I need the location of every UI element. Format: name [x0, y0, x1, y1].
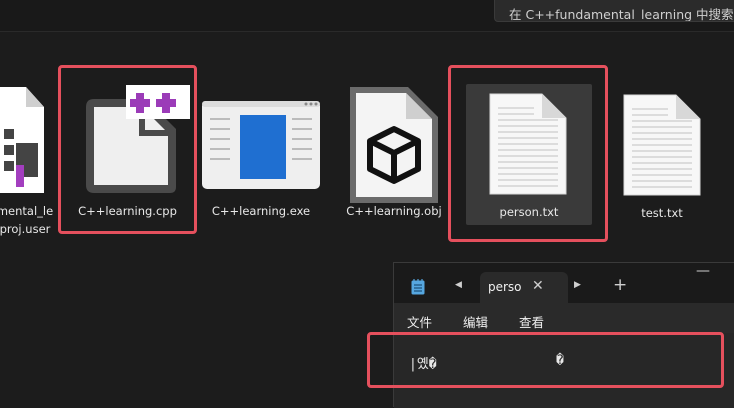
- search-input[interactable]: 在 C++fundamental_learning 中搜索: [494, 0, 734, 22]
- file-item-vcxproj-user[interactable]: mental_le proj.user: [0, 85, 60, 245]
- notepad-text-area[interactable]: |옜� �: [394, 333, 734, 408]
- menu-view[interactable]: 查看: [519, 312, 544, 331]
- notepad-app-icon: [411, 279, 425, 295]
- scroll-tabs-right-icon[interactable]: ▶: [574, 280, 581, 290]
- file-item-person-txt[interactable]: person.txt: [466, 84, 592, 225]
- explorer-top-bar: 在 C++fundamental_learning 中搜索: [0, 0, 734, 32]
- file-item-exe[interactable]: C++learning.exe: [196, 85, 326, 245]
- vcxproj-user-file-icon: [0, 87, 44, 193]
- cpp-file-icon: [86, 85, 190, 193]
- exe-window-icon: [202, 101, 320, 189]
- file-item-obj[interactable]: C++learning.obj: [330, 85, 458, 245]
- close-tab-icon[interactable]: ✕: [532, 278, 544, 294]
- tab-perso[interactable]: perso ✕: [480, 272, 568, 303]
- file-item-test-txt[interactable]: test.txt: [600, 85, 724, 245]
- file-name: mental_le: [0, 204, 54, 218]
- notepad-titlebar: ◀ perso ✕ ▶ + —: [394, 263, 734, 303]
- text-file-icon: [489, 93, 567, 195]
- menu-file[interactable]: 文件: [407, 312, 432, 331]
- file-name-line2: proj.user: [0, 222, 51, 236]
- text-content-left: |옜�: [409, 357, 437, 372]
- file-name: test.txt: [641, 206, 683, 220]
- file-name: C++learning.exe: [211, 204, 311, 218]
- file-name: C++learning.cpp: [78, 204, 177, 218]
- file-item-cpp[interactable]: C++learning.cpp: [60, 67, 195, 232]
- obj-cube-icon: [350, 87, 438, 203]
- tab-label: perso: [488, 280, 522, 294]
- text-file-icon: [623, 94, 701, 196]
- menu-edit[interactable]: 编辑: [463, 312, 488, 331]
- file-name: person.txt: [499, 205, 559, 219]
- file-name: C++learning.obj: [346, 204, 442, 218]
- scroll-tabs-left-icon[interactable]: ◀: [455, 280, 462, 290]
- new-tab-icon[interactable]: +: [613, 275, 627, 295]
- text-content-right: �: [556, 353, 564, 368]
- notepad-menubar: 文件 编辑 查看: [394, 303, 734, 333]
- notepad-window: ◀ perso ✕ ▶ + — 文件 编辑 查看 |옜� �: [393, 262, 734, 408]
- minimize-icon[interactable]: —: [696, 263, 710, 279]
